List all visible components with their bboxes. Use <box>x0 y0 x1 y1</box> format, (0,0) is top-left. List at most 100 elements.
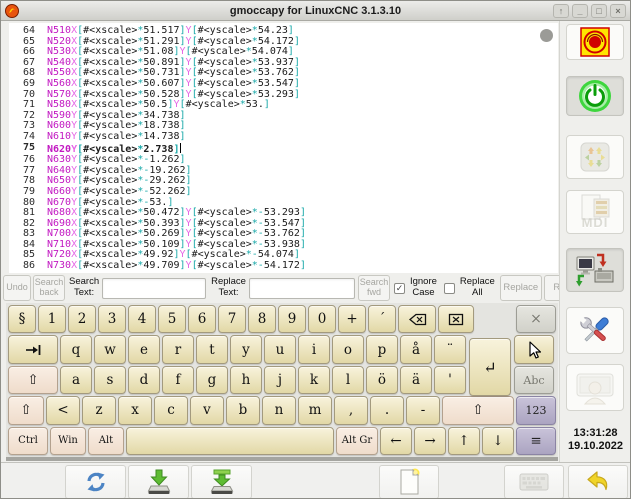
maximize-button[interactable]: □ <box>591 4 607 18</box>
key-tab-icon[interactable] <box>8 335 58 363</box>
shade-button[interactable]: ↑ <box>553 4 569 18</box>
key-9[interactable]: 9 <box>278 305 306 333</box>
key-altgr[interactable]: Alt Gr <box>336 427 378 455</box>
close-button[interactable]: × <box>610 4 626 18</box>
key-d[interactable]: d <box>128 366 160 394</box>
scrollbar-thumb[interactable] <box>540 29 553 42</box>
minimize-button[interactable]: _ <box>572 4 588 18</box>
key-n[interactable]: n <box>262 396 296 424</box>
key-b[interactable]: b <box>226 396 260 424</box>
key-m[interactable]: m <box>298 396 332 424</box>
key-7[interactable]: 7 <box>218 305 246 333</box>
key-alt[interactable]: Alt <box>88 427 124 455</box>
key-win[interactable]: Win <box>50 427 86 455</box>
key-123[interactable]: 123 <box>516 396 556 424</box>
replace-button[interactable]: Replace <box>500 275 542 301</box>
key-arrow-left[interactable]: ← <box>380 427 412 455</box>
key-acute[interactable]: ´ <box>368 305 396 333</box>
key-y[interactable]: y <box>230 335 262 363</box>
mdi-mode-button[interactable]: MDI <box>566 190 624 234</box>
save-as-button[interactable] <box>191 465 252 499</box>
key-diaeresis[interactable]: ¨ <box>434 335 466 363</box>
replace-all-checkbox[interactable] <box>444 283 455 294</box>
key-t[interactable]: t <box>196 335 228 363</box>
key-adiaeresis[interactable]: ä <box>400 366 432 394</box>
save-button[interactable] <box>128 465 189 499</box>
key-z[interactable]: z <box>82 396 116 424</box>
gcode-line-74[interactable]: 74N610Y[#<yscale>*14.738] <box>9 132 558 143</box>
key-q[interactable]: q <box>60 335 92 363</box>
key-w[interactable]: w <box>94 335 126 363</box>
back-button[interactable] <box>568 465 628 499</box>
undo-button[interactable]: Undo <box>3 275 31 301</box>
key-1[interactable]: 1 <box>38 305 66 333</box>
key-c[interactable]: c <box>154 396 188 424</box>
edit-mode-button[interactable] <box>566 248 624 292</box>
key-p[interactable]: p <box>366 335 398 363</box>
key-ctrl[interactable]: Ctrl <box>8 427 48 455</box>
search-back-button[interactable]: Search back <box>33 275 65 301</box>
key-shift-left-2[interactable]: ⇧ <box>8 396 44 424</box>
key-minus[interactable]: - <box>406 396 440 424</box>
key-backspace-icon[interactable] <box>398 305 436 333</box>
key-i[interactable]: i <box>298 335 330 363</box>
key-5[interactable]: 5 <box>158 305 186 333</box>
key-x[interactable]: x <box>118 396 152 424</box>
key-k[interactable]: k <box>298 366 330 394</box>
manual-mode-button[interactable] <box>566 135 624 179</box>
ignore-case-option[interactable]: ✓ Ignore Case <box>394 277 440 298</box>
key-8[interactable]: 8 <box>248 305 276 333</box>
settings-button[interactable] <box>566 307 624 354</box>
key-space[interactable] <box>126 427 334 455</box>
gcode-line-86[interactable]: 86N730X[#<xscale>*49.709]Y[#<yscale>*-54… <box>9 261 558 272</box>
key-2[interactable]: 2 <box>68 305 96 333</box>
search-fwd-button[interactable]: Search fwd <box>358 275 390 301</box>
key-h[interactable]: h <box>230 366 262 394</box>
key-u[interactable]: u <box>264 335 296 363</box>
key-plus[interactable]: + <box>338 305 366 333</box>
key-abc[interactable]: Abc <box>514 366 554 394</box>
key-shift-left[interactable]: ⇧ <box>8 366 58 394</box>
pane-divider[interactable] <box>6 457 558 461</box>
key-pointer-icon[interactable] <box>514 335 554 363</box>
key-close-keyboard[interactable]: × <box>516 305 556 333</box>
gcode-editor[interactable]: 64N510X[#<xscale>*51.517]Y[#<yscale>*54.… <box>9 23 558 273</box>
user-button[interactable] <box>566 364 624 411</box>
key-arrow-up[interactable]: ↑ <box>448 427 480 455</box>
key-enter[interactable]: ↵ <box>469 338 511 396</box>
key-aring[interactable]: å <box>400 335 432 363</box>
reload-button[interactable] <box>65 465 126 499</box>
key-0[interactable]: 0 <box>308 305 336 333</box>
keyboard-button[interactable] <box>504 465 564 499</box>
key-arrow-right[interactable]: → <box>414 427 446 455</box>
estop-button[interactable] <box>566 24 624 60</box>
key-apostrophe[interactable]: ' <box>434 366 466 394</box>
key-l[interactable]: l <box>332 366 364 394</box>
key-section[interactable]: § <box>8 305 36 333</box>
key-f[interactable]: f <box>162 366 194 394</box>
redo-button[interactable]: Redo <box>544 275 559 301</box>
key-4[interactable]: 4 <box>128 305 156 333</box>
key-3[interactable]: 3 <box>98 305 126 333</box>
key-odiaeresis[interactable]: ö <box>366 366 398 394</box>
key-o[interactable]: o <box>332 335 364 363</box>
new-file-button[interactable] <box>379 465 439 499</box>
machine-on-button[interactable] <box>566 76 624 116</box>
key-shift-right[interactable]: ⇧ <box>442 396 514 424</box>
key-s[interactable]: s <box>94 366 126 394</box>
key-v[interactable]: v <box>190 396 224 424</box>
key-menu[interactable]: ≡ <box>516 427 556 455</box>
key-comma[interactable]: , <box>334 396 368 424</box>
key-a[interactable]: a <box>60 366 92 394</box>
key-clear-icon[interactable] <box>438 305 474 333</box>
key-less[interactable]: < <box>46 396 80 424</box>
key-r[interactable]: r <box>162 335 194 363</box>
search-input[interactable] <box>102 278 206 299</box>
key-e[interactable]: e <box>128 335 160 363</box>
replace-all-option[interactable]: Replace All <box>444 277 498 298</box>
key-g[interactable]: g <box>196 366 228 394</box>
key-arrow-down[interactable]: ↓ <box>482 427 514 455</box>
key-j[interactable]: j <box>264 366 296 394</box>
key-period[interactable]: . <box>370 396 404 424</box>
key-6[interactable]: 6 <box>188 305 216 333</box>
